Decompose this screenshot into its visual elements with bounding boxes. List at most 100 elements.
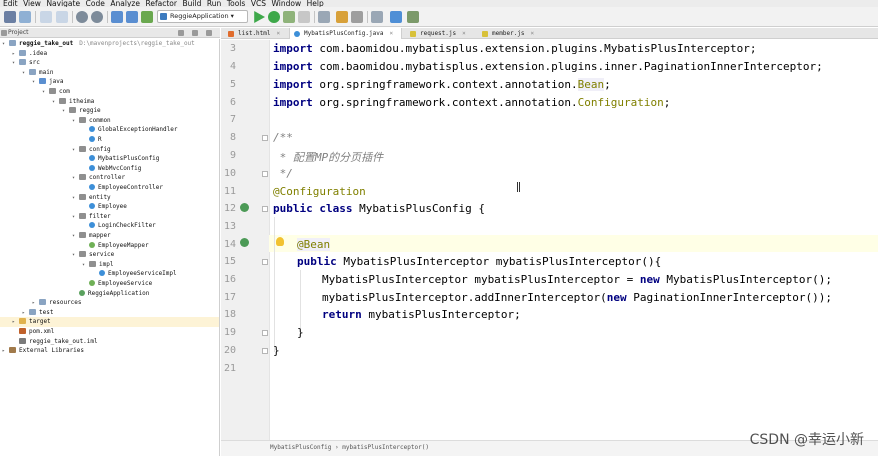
- tree-node[interactable]: ▾ java: [0, 77, 219, 87]
- menu-edit[interactable]: Edit: [3, 0, 18, 7]
- replace-icon[interactable]: [91, 11, 103, 23]
- close-icon[interactable]: ×: [531, 30, 535, 37]
- tree-node[interactable]: ▸ .idea: [0, 49, 219, 59]
- spring-bean-gutter-icon[interactable]: [240, 203, 249, 212]
- sdk-icon[interactable]: [371, 11, 383, 23]
- tree-node[interactable]: ▾ controller: [0, 173, 219, 183]
- collapse-all-icon[interactable]: [178, 30, 184, 36]
- tree-node-root[interactable]: ▾ reggie_take_out D:\mavenprojects\reggie_…: [0, 39, 219, 49]
- line-number: 8: [229, 132, 236, 143]
- tab-member-js[interactable]: member.js ×: [478, 28, 543, 39]
- tree-node-selected[interactable]: ▸ target: [0, 317, 219, 327]
- toolbar-divider: [35, 11, 36, 23]
- menu-analyze[interactable]: Analyze: [110, 0, 140, 7]
- tree-node[interactable]: WebMvcConfig: [0, 164, 219, 174]
- menu-refactor[interactable]: Refactor: [145, 0, 176, 7]
- find-icon[interactable]: [76, 11, 88, 23]
- tree-node[interactable]: EmployeeServiceImpl: [0, 269, 219, 279]
- tree-node[interactable]: ▸ test: [0, 308, 219, 318]
- menu-view[interactable]: View: [23, 0, 41, 7]
- line-number: 16: [223, 274, 236, 285]
- tree-node[interactable]: ▾ mapper: [0, 231, 219, 241]
- tab-list-html[interactable]: list.html ×: [224, 28, 287, 39]
- watermark: CSDN @幸运小新: [749, 432, 864, 448]
- terminal-icon[interactable]: [407, 11, 419, 23]
- menu-build[interactable]: Build: [183, 0, 202, 7]
- tree-node[interactable]: ▾ itheima: [0, 97, 219, 107]
- synchronize-icon[interactable]: [19, 11, 31, 23]
- menu-run[interactable]: Run: [207, 0, 221, 7]
- redo-icon[interactable]: [56, 11, 68, 23]
- project-structure-icon[interactable]: [318, 11, 330, 23]
- back-icon[interactable]: [111, 11, 123, 23]
- fold-marker-icon[interactable]: [262, 206, 268, 212]
- code-line: }: [297, 326, 304, 339]
- tree-node[interactable]: EmployeeController: [0, 183, 219, 193]
- forward-icon[interactable]: [126, 11, 138, 23]
- undo-icon[interactable]: [40, 11, 52, 23]
- editor-tab-bar: list.html × MybatisPlusConfig.java × reque…: [221, 28, 878, 39]
- tree-node[interactable]: EmployeeMapper: [0, 241, 219, 251]
- menu-navigate[interactable]: Navigate: [46, 0, 80, 7]
- coverage-icon[interactable]: [283, 11, 295, 23]
- intention-bulb-icon[interactable]: [276, 237, 284, 246]
- tree-node[interactable]: ▸ External Libraries: [0, 346, 219, 356]
- line-number: 13: [223, 221, 236, 232]
- menu-vcs[interactable]: VCS: [251, 0, 266, 7]
- fold-marker-icon[interactable]: [262, 135, 268, 141]
- close-icon[interactable]: ×: [462, 30, 466, 37]
- tree-node[interactable]: ▾ entity: [0, 193, 219, 203]
- menu-window[interactable]: Window: [272, 0, 302, 7]
- fold-marker-icon[interactable]: [262, 348, 268, 354]
- menu-help[interactable]: Help: [307, 0, 324, 7]
- tree-node[interactable]: ▾ filter: [0, 212, 219, 222]
- menu-tools[interactable]: Tools: [227, 0, 245, 7]
- code-line: return mybatisPlusInterceptor;: [322, 308, 521, 321]
- tree-node[interactable]: ▾ main: [0, 68, 219, 78]
- debug-icon[interactable]: [268, 11, 280, 23]
- tree-node[interactable]: MybatisPlusConfig: [0, 154, 219, 164]
- hide-panel-icon[interactable]: [206, 30, 212, 36]
- tree-node[interactable]: ▾ src: [0, 58, 219, 68]
- menu-code[interactable]: Code: [86, 0, 105, 7]
- line-number: 5: [229, 79, 236, 90]
- tree-node[interactable]: Employee: [0, 202, 219, 212]
- spring-bean-gutter-icon[interactable]: [240, 238, 249, 247]
- gear-icon[interactable]: [192, 30, 198, 36]
- folder-icon: [19, 49, 26, 56]
- fold-marker-icon[interactable]: [262, 259, 268, 265]
- tree-node[interactable]: LoginCheckFilter: [0, 221, 219, 231]
- tree-node[interactable]: ▾ config: [0, 145, 219, 155]
- package-icon: [59, 97, 66, 104]
- tree-node[interactable]: ▾ impl: [0, 260, 219, 270]
- stop-icon[interactable]: [298, 11, 310, 23]
- build-icon[interactable]: [141, 11, 153, 23]
- tree-node[interactable]: ▾ service: [0, 250, 219, 260]
- tree-node[interactable]: R: [0, 135, 219, 145]
- tree-node[interactable]: ▸ resources: [0, 298, 219, 308]
- tree-node[interactable]: pom.xml: [0, 327, 219, 337]
- tab-mybatisplusconfig-java[interactable]: MybatisPlusConfig.java ×: [289, 28, 402, 39]
- tree-node[interactable]: reggie_take_out.iml: [0, 337, 219, 347]
- close-icon[interactable]: ×: [277, 30, 281, 37]
- tree-node[interactable]: GlobalExceptionHandler: [0, 125, 219, 135]
- vcs-icon[interactable]: [336, 11, 348, 23]
- run-configuration-selector[interactable]: ReggieApplication ▾: [157, 10, 248, 23]
- tab-request-js[interactable]: request.js ×: [406, 28, 474, 39]
- toolbar-divider: [107, 11, 108, 23]
- project-panel-title[interactable]: Project: [8, 29, 29, 36]
- fold-marker-icon[interactable]: [262, 171, 268, 177]
- close-icon[interactable]: ×: [389, 30, 393, 37]
- tree-node[interactable]: EmployeeService: [0, 279, 219, 289]
- run-icon[interactable]: [254, 11, 265, 23]
- line-number: 6: [229, 97, 236, 108]
- tree-node[interactable]: ▾ reggie: [0, 106, 219, 116]
- tree-node[interactable]: ▾ com: [0, 87, 219, 97]
- settings-icon[interactable]: [351, 11, 363, 23]
- help-icon[interactable]: [390, 11, 402, 23]
- fold-marker-icon[interactable]: [262, 330, 268, 336]
- tree-node[interactable]: ▾ common: [0, 116, 219, 126]
- spring-boot-class-icon: [79, 289, 85, 296]
- tree-node[interactable]: ReggieApplication: [0, 289, 219, 299]
- save-all-icon[interactable]: [4, 11, 16, 23]
